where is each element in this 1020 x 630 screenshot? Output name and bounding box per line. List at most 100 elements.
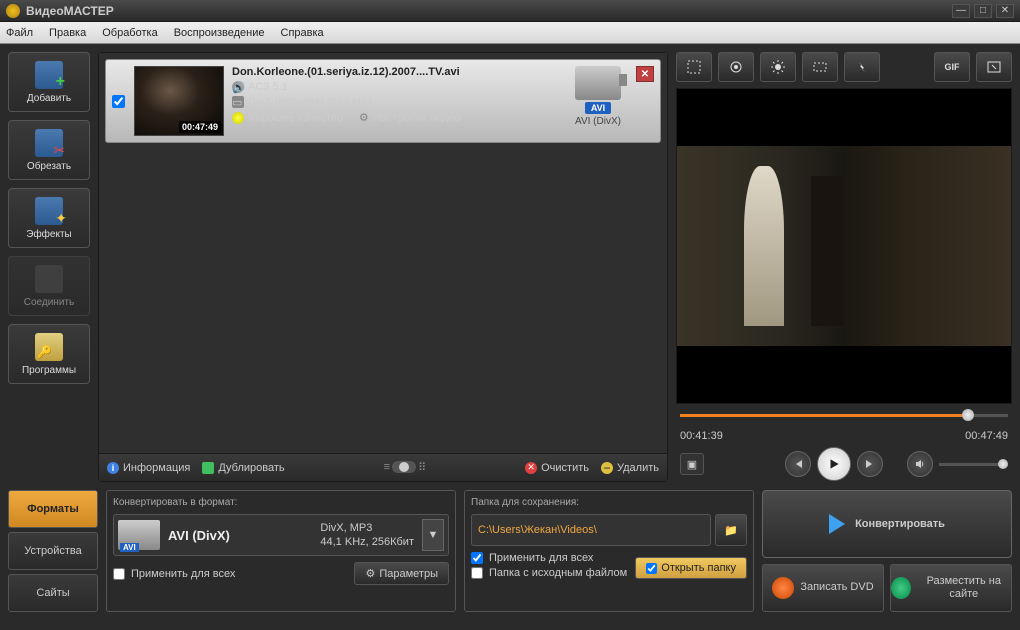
file-audio: AC3 5.1 [248, 81, 288, 93]
gear-icon: ⚙ [365, 567, 375, 580]
format-panel: Конвертировать в формат: AVI AVI (DivX) … [106, 490, 456, 612]
add-icon: + [35, 61, 63, 89]
tab-sites[interactable]: Сайты [8, 574, 98, 612]
sidebar-join[interactable]: Соединить [8, 256, 90, 316]
format-icon: AVI [118, 520, 160, 550]
app-title: ВидеоМАСТЕР [26, 4, 948, 18]
play-button[interactable] [817, 447, 851, 481]
file-thumbnail[interactable]: 00:47:49 [134, 66, 224, 136]
fullscreen-tool[interactable] [976, 52, 1012, 82]
preview-video[interactable] [676, 88, 1012, 404]
open-folder-button[interactable]: Открыть папку [635, 557, 747, 579]
delete-icon: − [601, 462, 613, 474]
center-panel: 00:47:49 Don.Korleone.(01.seriya.iz.12).… [98, 52, 668, 482]
publish-button[interactable]: Разместить на сайте [890, 564, 1012, 612]
clear-icon: ✕ [525, 462, 537, 474]
file-checkbox[interactable] [112, 95, 125, 108]
file-settings-link[interactable]: ⚙Настройки видео [359, 111, 461, 124]
speed-tool[interactable] [844, 52, 880, 82]
sidebar-add[interactable]: +Добавить [8, 52, 90, 112]
save-panel: Папка для сохранения: C:\Users\Жекан\Vid… [464, 490, 754, 612]
dvd-icon [772, 577, 794, 599]
menu-file[interactable]: Файл [6, 27, 33, 39]
format-detail1: DivX, MP3 [320, 521, 414, 535]
format-header: Конвертировать в формат: [113, 497, 449, 508]
delete-button[interactable]: −Удалить [601, 462, 659, 474]
menu-playback[interactable]: Воспроизведение [174, 27, 265, 39]
file-name: Don.Korleone.(01.seriya.iz.12).2007....T… [232, 66, 560, 78]
format-tabs: Форматы Устройства Сайты [8, 490, 98, 612]
burn-dvd-button[interactable]: Записать DVD [762, 564, 884, 612]
browse-button[interactable]: 📁 [715, 514, 747, 546]
gear-icon: ⚙ [359, 111, 369, 124]
format-dropdown[interactable]: ▼ [422, 519, 444, 551]
grid-view-icon: ⠿ [418, 461, 426, 474]
save-header: Папка для сохранения: [471, 497, 747, 508]
audio-icon: 🔊 [232, 81, 244, 93]
file-duration: 00:47:49 [179, 121, 221, 133]
snapshot-button[interactable]: ▣ [680, 453, 704, 475]
format-selector[interactable]: AVI AVI (DivX) DivX, MP3 44,1 KHz, 256Кб… [113, 514, 449, 556]
camera-icon [575, 66, 621, 100]
format-badge: AVI [585, 102, 611, 114]
save-path[interactable]: C:\Users\Жекан\Videos\ [471, 514, 711, 546]
prev-button[interactable] [785, 451, 811, 477]
cut-icon: ✂ [35, 129, 63, 157]
next-button[interactable] [857, 451, 883, 477]
src-folder-check[interactable]: Папка с исходным файлом [471, 567, 627, 579]
format-text: AVI (DivX) [575, 116, 621, 127]
preview-panel: GIF 00:41:39 00:47:49 ▣ [676, 52, 1012, 482]
time-total: 00:47:49 [965, 430, 1008, 442]
file-video: DivX (688x384) (953 МБ) [248, 96, 372, 108]
quality-icon [232, 112, 244, 124]
menu-edit[interactable]: Правка [49, 27, 86, 39]
convert-panel: Конвертировать Записать DVD Разместить н… [762, 490, 1012, 612]
file-remove-button[interactable]: ✕ [636, 66, 654, 82]
app-logo-icon [6, 4, 20, 18]
effects-icon: ✦ [35, 197, 63, 225]
params-button[interactable]: ⚙Параметры [354, 562, 449, 585]
globe-icon [891, 577, 911, 599]
clear-button[interactable]: ✕Очистить [525, 462, 589, 474]
menu-process[interactable]: Обработка [102, 27, 157, 39]
duplicate-icon [202, 462, 214, 474]
programs-icon: 🔑 [35, 333, 63, 361]
gif-tool[interactable]: GIF [934, 52, 970, 82]
view-toggle[interactable]: ≡ ⠿ [297, 461, 513, 474]
tab-formats[interactable]: Форматы [8, 490, 98, 528]
target-tool[interactable] [718, 52, 754, 82]
time-current: 00:41:39 [680, 430, 723, 442]
menubar: Файл Правка Обработка Воспроизведение Сп… [0, 22, 1020, 44]
volume-button[interactable] [907, 451, 933, 477]
video-icon: ▭ [232, 96, 244, 108]
trim-tool[interactable] [802, 52, 838, 82]
sidebar-cut[interactable]: ✂Обрезать [8, 120, 90, 180]
convert-button[interactable]: Конвертировать [762, 490, 1012, 558]
play-arrow-icon [829, 514, 845, 534]
folder-icon: 📁 [724, 524, 738, 537]
apply-all-format[interactable]: Применить для всех [113, 568, 235, 580]
duplicate-button[interactable]: Дублировать [202, 462, 284, 474]
sidebar-effects[interactable]: ✦Эффекты [8, 188, 90, 248]
tab-devices[interactable]: Устройства [8, 532, 98, 570]
close-button[interactable]: ✕ [996, 4, 1014, 18]
file-item[interactable]: 00:47:49 Don.Korleone.(01.seriya.iz.12).… [105, 59, 661, 143]
sidebar: +Добавить ✂Обрезать ✦Эффекты Соединить 🔑… [8, 52, 90, 482]
list-toolbar: iИнформация Дублировать ≡ ⠿ ✕Очистить −У… [99, 453, 667, 481]
volume-slider[interactable] [939, 463, 1008, 466]
list-view-icon: ≡ [384, 461, 390, 474]
maximize-button[interactable]: □ [974, 4, 992, 18]
info-button[interactable]: iИнформация [107, 462, 190, 474]
format-detail2: 44,1 KHz, 256Кбит [320, 535, 414, 549]
minimize-button[interactable]: — [952, 4, 970, 18]
brightness-tool[interactable] [760, 52, 796, 82]
chevron-down-icon: ▼ [428, 529, 439, 541]
format-name: AVI (DivX) [168, 528, 312, 543]
sidebar-programs[interactable]: 🔑Программы [8, 324, 90, 384]
apply-all-save[interactable]: Применить для всех [471, 552, 627, 564]
camera-small-icon: ▣ [687, 458, 697, 471]
menu-help[interactable]: Справка [281, 27, 324, 39]
timeline-slider[interactable] [676, 408, 1012, 426]
crop-tool[interactable] [676, 52, 712, 82]
info-icon: i [107, 462, 119, 474]
